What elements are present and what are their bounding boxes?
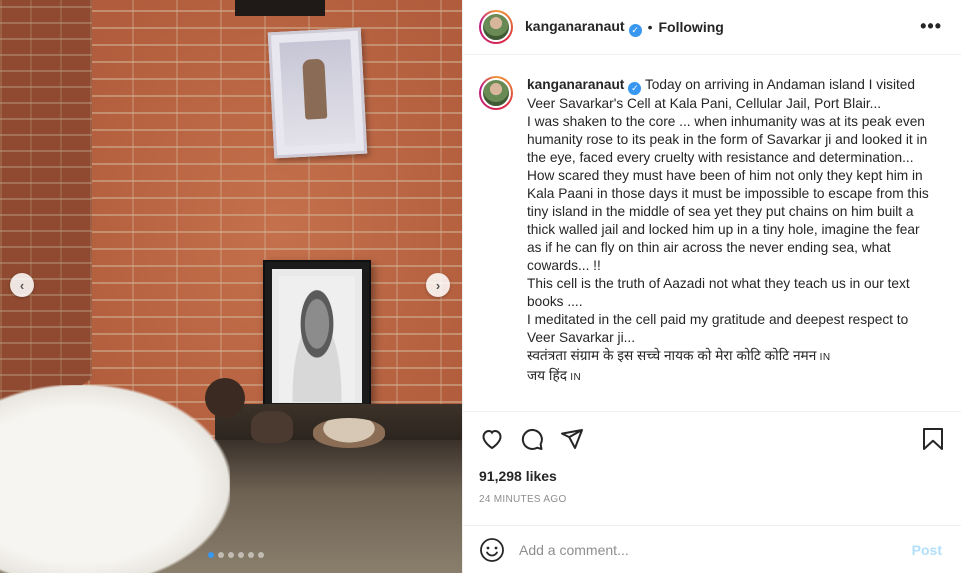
following-button[interactable]: Following (659, 19, 724, 35)
offering-bowl (313, 418, 385, 448)
caption-line-text: tiny island in the middle of sea yet the… (527, 203, 914, 219)
header-username[interactable]: kanganaranaut ✓ (525, 18, 642, 37)
chevron-right-icon: › (435, 277, 441, 293)
caption-line-text: Veer Savarkar ji... (527, 329, 636, 345)
username-text[interactable]: kanganaranaut (525, 18, 625, 34)
comment-input[interactable] (519, 541, 912, 558)
post-timestamp[interactable]: 24 MINUTES AGO (479, 494, 946, 505)
save-button[interactable] (920, 426, 946, 452)
caption-line-text: books .... (527, 293, 583, 309)
caption-line: Veer Savarkar's Cell at Kala Pani, Cellu… (527, 95, 946, 113)
caption-comment: kanganaranaut ✓ Today on arriving in Anda… (479, 76, 946, 387)
caption-line: Veer Savarkar ji... (527, 329, 946, 347)
more-options-icon[interactable]: ••• (920, 16, 942, 37)
caption-line-text: I meditated in the cell paid my gratitud… (527, 311, 909, 327)
caption-line: humanity rose to its peak in the form of… (527, 131, 946, 149)
caption-line: thick walled jail and locked him up in a… (527, 221, 946, 239)
caption-line-text: I was shaken to the core ... when inhuma… (527, 113, 925, 129)
caption-line-text: humanity rose to its peak in the form of… (527, 131, 928, 147)
carousel-dot (218, 552, 224, 558)
caption-line: जय हिंद IN (527, 367, 946, 387)
framed-painting (267, 27, 368, 159)
caption-line: as if he can fly on thin air across the … (527, 239, 946, 257)
caption-line: the eye, faced every cruelty with resist… (527, 149, 946, 167)
caption-line: books .... (527, 293, 946, 311)
caption-text: kanganaranaut ✓ Today on arriving in Anda… (527, 76, 946, 387)
avatar[interactable] (479, 10, 513, 44)
comment-box: Post (463, 525, 961, 573)
comment-icon (521, 428, 543, 450)
window-opening (235, 0, 325, 16)
caption-line-text: as if he can fly on thin air across the … (527, 239, 891, 255)
separator-dot: • (647, 19, 653, 35)
clay-pot (251, 411, 293, 443)
bookmark-icon (923, 428, 943, 450)
caption-line-text: स्वतंत्रता संग्राम के इस सच्चे नायक को म… (527, 347, 817, 363)
caption-line: cowards... !! (527, 257, 946, 275)
carousel-prev-button[interactable]: ‹ (10, 273, 34, 297)
comment-button[interactable] (519, 426, 545, 452)
post-comment-button[interactable]: Post (912, 542, 942, 558)
caption-username[interactable]: kanganaranaut (527, 77, 624, 92)
carousel-dot (248, 552, 254, 558)
likes-count[interactable]: 91,298 likes (479, 468, 946, 484)
post-sidebar: kanganaranaut ✓ • Following ••• kanganara… (462, 0, 961, 573)
carousel-next-button[interactable]: › (426, 273, 450, 297)
caption-line: स्वतंत्रता संग्राम के इस सच्चे नायक को म… (527, 347, 946, 367)
caption-line: How scared they must have been of him no… (527, 167, 946, 185)
side-wall (0, 0, 92, 440)
caption-avatar[interactable] (479, 76, 513, 110)
caption-line-text: Veer Savarkar's Cell at Kala Pani, Cellu… (527, 95, 882, 111)
heart-icon (482, 429, 502, 450)
carousel-dot (228, 552, 234, 558)
caption-line-text: thick walled jail and locked him up in a… (527, 221, 920, 237)
caption-line-text: This cell is the truth of Aazadi not wha… (527, 275, 910, 291)
send-icon (561, 429, 583, 449)
post-media[interactable]: ‹ › (0, 0, 462, 573)
caption-line-text: the eye, faced every cruelty with resist… (527, 149, 914, 165)
caption-line: tiny island in the middle of sea yet the… (527, 203, 946, 221)
carousel-indicator (208, 552, 264, 558)
emoji-icon[interactable] (479, 537, 505, 563)
framed-portrait (263, 260, 371, 412)
carousel-dot (208, 552, 214, 558)
person-hair (205, 378, 245, 418)
india-flag-icon: IN (816, 351, 831, 363)
carousel-dot (258, 552, 264, 558)
carousel-dot (238, 552, 244, 558)
post-header: kanganaranaut ✓ • Following ••• (463, 0, 961, 55)
caption-line-text: How scared they must have been of him no… (527, 167, 923, 183)
share-button[interactable] (559, 426, 585, 452)
caption-line-text: cowards... !! (527, 257, 601, 273)
caption-line: I meditated in the cell paid my gratitud… (527, 311, 946, 329)
caption-line: This cell is the truth of Aazadi not wha… (527, 275, 946, 293)
caption-line: Kala Paani in those days it must be impo… (527, 185, 946, 203)
caption-scroll-area[interactable]: kanganaranaut ✓ Today on arriving in Anda… (463, 56, 961, 411)
verified-badge-icon: ✓ (628, 23, 642, 37)
chevron-left-icon: ‹ (19, 277, 25, 293)
action-bar: 91,298 likes 24 MINUTES AGO (463, 411, 961, 505)
bowing-person (0, 385, 230, 573)
india-flag-icon: IN (566, 371, 582, 383)
like-button[interactable] (479, 426, 505, 452)
caption-line-text: Kala Paani in those days it must be impo… (527, 185, 929, 201)
verified-badge-icon: ✓ (628, 81, 642, 95)
caption-line-text: Today on arriving in Andaman island I vi… (644, 77, 916, 92)
caption-line: kanganaranaut ✓ Today on arriving in Anda… (527, 76, 946, 95)
caption-line: I was shaken to the core ... when inhuma… (527, 113, 946, 131)
caption-line-text: जय हिंद (527, 367, 567, 383)
